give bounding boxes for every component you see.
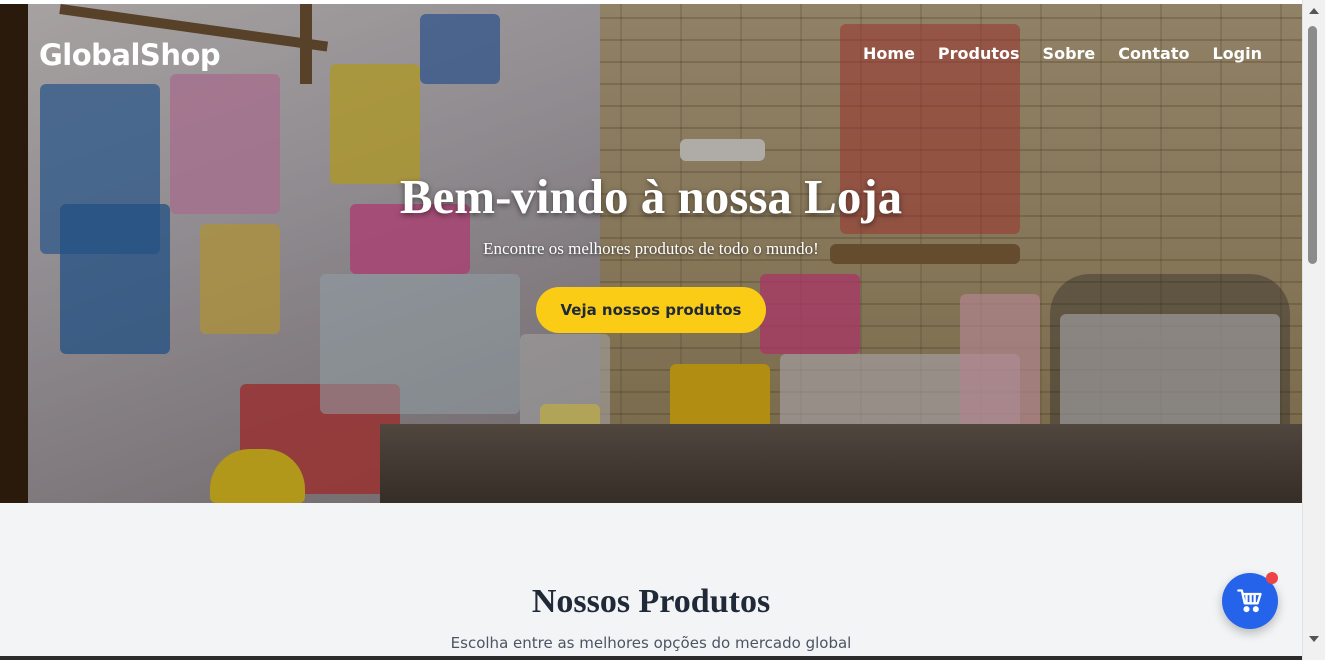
hero-title: Bem-vindo à nossa Loja bbox=[399, 169, 903, 224]
hero-banner: GlobalShop Home Produtos Sobre Contato L… bbox=[0, 4, 1302, 503]
nav-link-login[interactable]: Login bbox=[1212, 44, 1262, 63]
page-viewport: GlobalShop Home Produtos Sobre Contato L… bbox=[0, 0, 1302, 660]
hero-content: Bem-vindo à nossa Loja Encontre os melho… bbox=[0, 168, 1302, 333]
nav-link-produtos[interactable]: Produtos bbox=[938, 44, 1020, 63]
hero-subtitle: Encontre os melhores produtos de todo o … bbox=[483, 239, 819, 258]
scroll-down-arrow-icon[interactable] bbox=[1309, 636, 1319, 642]
cart-icon bbox=[1237, 589, 1262, 613]
products-section-title: Nossos Produtos bbox=[531, 583, 771, 620]
nav-link-home[interactable]: Home bbox=[863, 44, 915, 63]
nav-link-sobre[interactable]: Sobre bbox=[1043, 44, 1096, 63]
top-navbar: GlobalShop Home Produtos Sobre Contato L… bbox=[0, 4, 1302, 104]
view-products-button[interactable]: Veja nossos produtos bbox=[536, 287, 766, 333]
nav-link-contato[interactable]: Contato bbox=[1118, 44, 1189, 63]
next-section-edge bbox=[0, 656, 1302, 660]
products-section-subtitle: Escolha entre as melhores opções do merc… bbox=[450, 634, 852, 652]
vertical-scrollbar[interactable] bbox=[1302, 0, 1325, 660]
nav-links: Home Produtos Sobre Contato Login bbox=[863, 44, 1262, 63]
scrollbar-thumb[interactable] bbox=[1308, 26, 1317, 264]
cart-notification-badge bbox=[1266, 572, 1278, 584]
scroll-up-arrow-icon[interactable] bbox=[1309, 8, 1319, 14]
brand-logo[interactable]: GlobalShop bbox=[39, 38, 221, 72]
